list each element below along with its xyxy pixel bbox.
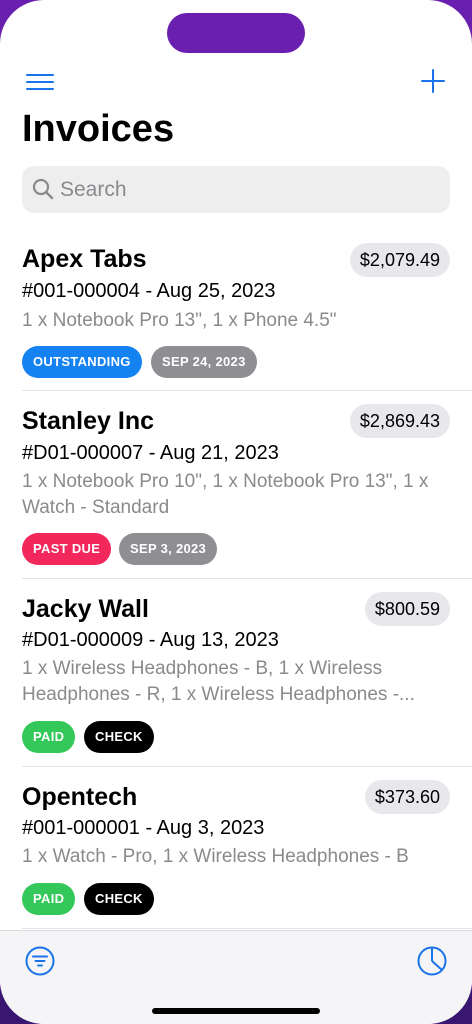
invoice-number: #D01-000009 - Aug 13, 2023: [22, 629, 279, 651]
menu-button[interactable]: [24, 70, 58, 94]
amount-badge: $800.59: [364, 592, 450, 626]
status-badge: PAST DUE: [22, 533, 112, 565]
payment-method-badge: CHECK: [84, 883, 154, 915]
search-icon: [32, 178, 54, 200]
invoice-items: 1 x Watch - Pro, 1 x Wireless Headphones…: [22, 846, 409, 867]
invoice-items: 1 x Notebook Pro 10", 1 x Notebook Pro 1…: [22, 471, 429, 518]
invoice-row[interactable]: Opentech $373.60 #001-000001 - Aug 3, 20…: [22, 767, 472, 929]
due-date-badge: SEP 24, 2023: [151, 346, 257, 378]
hamburger-line: [26, 81, 54, 83]
amount-badge: $373.60: [364, 780, 450, 814]
search-input[interactable]: [60, 166, 440, 213]
invoice-row[interactable]: Stanley Inc $2,869.43 #D01-000007 - Aug …: [22, 391, 472, 579]
status-badge: PAID: [22, 883, 76, 915]
filter-icon[interactable]: [24, 945, 56, 977]
payment-method-badge: CHECK: [84, 721, 154, 753]
hamburger-icon: [26, 74, 54, 76]
invoice-number: #D01-000007 - Aug 21, 2023: [22, 442, 279, 464]
status-badge: OUTSTANDING: [22, 346, 142, 378]
status-badge: PAID: [22, 721, 76, 753]
invoice-row[interactable]: Apex Tabs $2,079.49 #001-000004 - Aug 25…: [22, 228, 472, 391]
invoice-number: #001-000001 - Aug 3, 2023: [22, 817, 265, 839]
customer-name: Opentech: [22, 783, 138, 811]
customer-name: Apex Tabs: [22, 245, 147, 273]
hamburger-line: [26, 88, 54, 90]
phone-screen: Invoices Apex Tabs $2,079.49 #001-000004…: [0, 0, 472, 1024]
invoice-items: 1 x Notebook Pro 13", 1 x Phone 4.5": [22, 310, 337, 331]
dynamic-island: [167, 13, 305, 53]
search-bar[interactable]: [22, 166, 450, 213]
amount-badge: $2,869.43: [349, 404, 450, 438]
page-title: Invoices: [22, 108, 175, 150]
amount-badge: $2,079.49: [349, 243, 450, 277]
invoice-list: Apex Tabs $2,079.49 #001-000004 - Aug 25…: [0, 228, 472, 929]
add-invoice-button[interactable]: [418, 66, 448, 96]
customer-name: Jacky Wall: [22, 595, 149, 623]
due-date-badge: SEP 3, 2023: [119, 533, 218, 565]
home-indicator: [152, 1008, 320, 1014]
invoice-row[interactable]: Jacky Wall $800.59 #D01-000009 - Aug 13,…: [22, 579, 472, 767]
customer-name: Stanley Inc: [22, 407, 154, 435]
invoice-items: 1 x Wireless Headphones - B, 1 x Wireles…: [22, 658, 415, 705]
pie-chart-icon[interactable]: [416, 945, 448, 977]
invoice-number: #001-000004 - Aug 25, 2023: [22, 280, 276, 302]
